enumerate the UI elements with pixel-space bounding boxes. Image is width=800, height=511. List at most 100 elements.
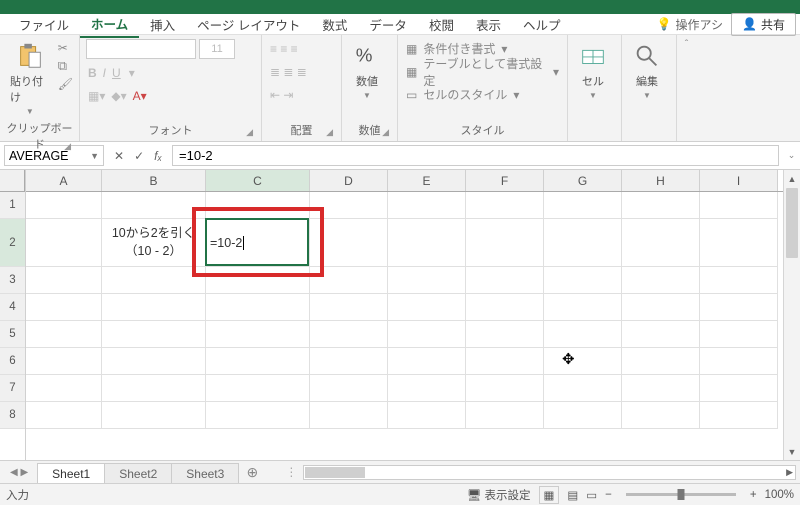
tab-data[interactable]: データ: [358, 12, 418, 37]
format-as-table-button[interactable]: ▦ テーブルとして書式設定▾: [404, 62, 561, 81]
scroll-right-icon[interactable]: ▶: [786, 467, 793, 478]
cell[interactable]: [102, 192, 206, 219]
fx-button[interactable]: fₓ: [154, 149, 162, 163]
vertical-scrollbar[interactable]: ▲ ▼: [783, 170, 800, 460]
cells-button[interactable]: セル ▼: [574, 39, 612, 102]
tab-formula[interactable]: 数式: [311, 12, 358, 37]
column-header[interactable]: E: [388, 170, 466, 191]
halign-row[interactable]: ≣ ≣ ≣: [268, 62, 309, 81]
launcher-icon[interactable]: ◢: [382, 127, 389, 138]
column-header[interactable]: C: [206, 170, 310, 191]
scroll-thumb[interactable]: [305, 467, 365, 478]
select-all-corner[interactable]: [0, 170, 25, 192]
format-painter-icon[interactable]: 🖌: [58, 77, 73, 91]
fill-color-button[interactable]: ◆▾: [111, 89, 126, 103]
editing-button[interactable]: 編集 ▼: [628, 39, 666, 102]
cell[interactable]: [206, 294, 310, 321]
cell[interactable]: [26, 402, 102, 429]
chevron-down-icon[interactable]: ▼: [90, 151, 99, 161]
scroll-up-icon[interactable]: ▲: [784, 170, 800, 187]
formula-input[interactable]: =10-2: [172, 145, 779, 166]
column-header[interactable]: A: [26, 170, 102, 191]
cell[interactable]: [544, 321, 622, 348]
cell[interactable]: [544, 402, 622, 429]
font-family-combo[interactable]: [86, 39, 196, 59]
cell[interactable]: [102, 375, 206, 402]
cell[interactable]: [388, 267, 466, 294]
bold-button[interactable]: B: [88, 66, 97, 80]
cell[interactable]: [466, 294, 544, 321]
cell[interactable]: 10から2を引く（10 - 2）: [102, 219, 206, 267]
row-header[interactable]: 2: [0, 219, 25, 267]
cell[interactable]: [310, 219, 388, 267]
cell[interactable]: [388, 375, 466, 402]
view-page-break-button[interactable]: ▭: [586, 488, 597, 502]
launcher-icon[interactable]: ◢: [326, 127, 333, 138]
column-header[interactable]: D: [310, 170, 388, 191]
launcher-icon[interactable]: ◢: [246, 127, 253, 138]
cell[interactable]: [466, 192, 544, 219]
view-normal-button[interactable]: ▦: [539, 486, 560, 504]
column-header[interactable]: I: [700, 170, 778, 191]
cell[interactable]: [700, 402, 778, 429]
cell[interactable]: [310, 402, 388, 429]
cell[interactable]: [622, 219, 700, 267]
cell[interactable]: [544, 192, 622, 219]
column-header[interactable]: H: [622, 170, 700, 191]
cell[interactable]: =10-2: [206, 219, 310, 267]
row-header[interactable]: 1: [0, 192, 25, 219]
row-header[interactable]: 6: [0, 348, 25, 375]
cell[interactable]: [26, 375, 102, 402]
ribbon-collapse-button[interactable]: ˆ: [676, 35, 696, 141]
cell[interactable]: [700, 192, 778, 219]
tab-file[interactable]: ファイル: [8, 12, 80, 37]
cell[interactable]: [388, 402, 466, 429]
indent-row[interactable]: ⇤ ⇥: [268, 85, 295, 104]
cell[interactable]: [102, 348, 206, 375]
cell[interactable]: [622, 402, 700, 429]
cell[interactable]: [102, 402, 206, 429]
cell[interactable]: [544, 267, 622, 294]
cell[interactable]: [102, 267, 206, 294]
cell[interactable]: [310, 294, 388, 321]
sheet-tab[interactable]: Sheet2: [104, 463, 172, 483]
row-header[interactable]: 5: [0, 321, 25, 348]
cell[interactable]: [310, 321, 388, 348]
sheet-tab[interactable]: Sheet3: [171, 463, 239, 483]
tell-me[interactable]: 💡 操作アシ: [649, 16, 731, 33]
row-header[interactable]: 8: [0, 402, 25, 429]
cell[interactable]: [466, 219, 544, 267]
cell[interactable]: [700, 294, 778, 321]
tab-home[interactable]: ホーム: [80, 11, 139, 38]
cell[interactable]: [26, 219, 102, 267]
cell[interactable]: [310, 267, 388, 294]
column-header[interactable]: G: [544, 170, 622, 191]
cell[interactable]: [310, 192, 388, 219]
cell[interactable]: [102, 294, 206, 321]
row-header[interactable]: 7: [0, 375, 25, 402]
display-settings-button[interactable]: 🖥 表示設定: [467, 487, 531, 503]
cell[interactable]: [622, 375, 700, 402]
underline-button[interactable]: U: [112, 66, 121, 80]
sheet-tab[interactable]: Sheet1: [37, 463, 105, 483]
cell[interactable]: [466, 402, 544, 429]
cancel-formula-button[interactable]: ✕: [114, 149, 124, 163]
cell[interactable]: [466, 348, 544, 375]
cell[interactable]: [622, 321, 700, 348]
enter-formula-button[interactable]: ✓: [134, 149, 144, 163]
cell[interactable]: [206, 267, 310, 294]
zoom-slider[interactable]: [626, 493, 736, 496]
zoom-in-button[interactable]: +: [750, 489, 757, 501]
cell[interactable]: [26, 348, 102, 375]
cell[interactable]: [102, 321, 206, 348]
tab-view[interactable]: 表示: [465, 12, 512, 37]
cell[interactable]: [26, 294, 102, 321]
tab-insert[interactable]: 挿入: [139, 12, 186, 37]
formula-bar-expand[interactable]: ⌄: [783, 142, 800, 169]
cell[interactable]: [310, 348, 388, 375]
cell[interactable]: [466, 267, 544, 294]
cell[interactable]: [544, 219, 622, 267]
cells-area[interactable]: 10から2を引く（10 - 2）=10-2: [26, 192, 783, 429]
cell[interactable]: [26, 267, 102, 294]
tab-help[interactable]: ヘルプ: [512, 12, 572, 37]
